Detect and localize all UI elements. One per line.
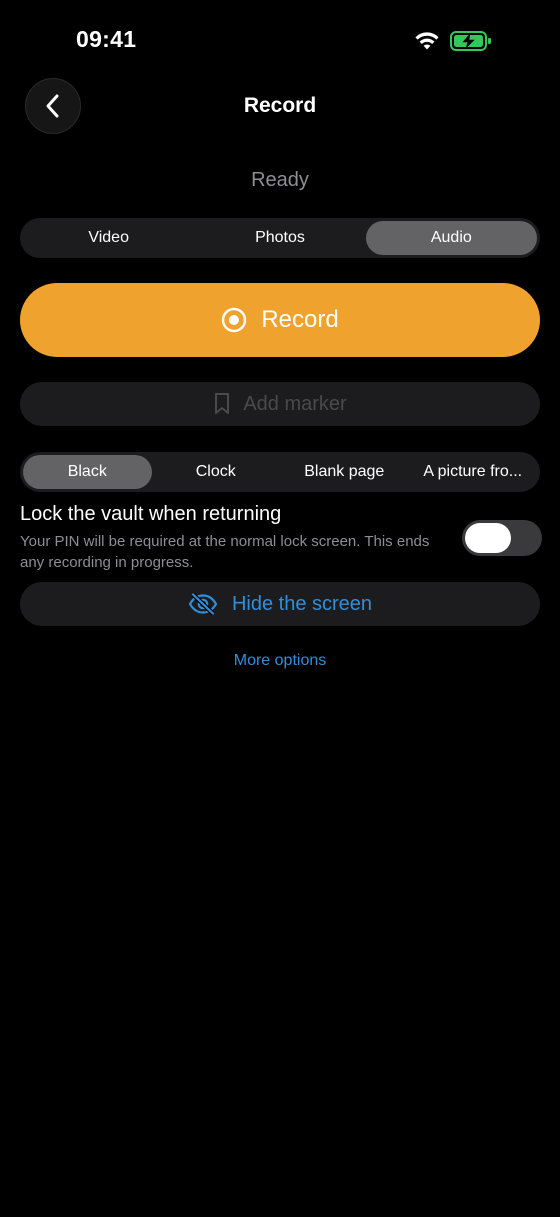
recording-status: Ready	[251, 169, 309, 191]
tab-audio[interactable]: Audio	[365, 221, 537, 255]
lock-vault-description: Your PIN will be required at the normal …	[20, 533, 430, 571]
status-bar: 09:41	[0, 0, 560, 80]
battery-charging-icon	[450, 31, 491, 51]
bookmark-icon	[215, 393, 230, 414]
nav-bar: Record	[0, 78, 560, 136]
tab-blank-page[interactable]: Blank page	[280, 455, 409, 489]
status-time: 09:41	[76, 26, 137, 52]
tab-black[interactable]: Black	[23, 455, 152, 489]
tab-picture[interactable]: A picture fro...	[409, 455, 538, 489]
tab-photos[interactable]: Photos	[194, 221, 365, 255]
toggle-knob	[465, 523, 511, 553]
hide-screen-label: Hide the screen	[231, 592, 373, 615]
record-button-label: Record	[261, 306, 339, 333]
tab-clock[interactable]: Clock	[152, 455, 281, 489]
more-options-link[interactable]: More options	[0, 652, 560, 670]
screen-tabs: Black Clock Blank page A picture fro...	[20, 452, 540, 492]
eye-slash-icon	[188, 593, 218, 615]
record-button[interactable]: Record	[20, 283, 540, 357]
add-marker-label: Add marker	[243, 392, 347, 415]
lock-vault-toggle[interactable]	[462, 520, 542, 556]
lock-vault-option: Lock the vault when returning Your PIN w…	[20, 503, 542, 573]
page-title: Record	[243, 94, 317, 117]
hide-screen-button[interactable]: Hide the screen	[20, 582, 540, 626]
wifi-icon	[415, 32, 439, 50]
mode-tabs: Video Photos Audio	[20, 218, 540, 258]
lock-vault-title: Lock the vault when returning	[20, 503, 282, 525]
tab-video[interactable]: Video	[23, 221, 194, 255]
record-circle-icon	[221, 307, 247, 333]
status-icons	[414, 30, 492, 52]
add-marker-button[interactable]: Add marker	[20, 382, 540, 426]
